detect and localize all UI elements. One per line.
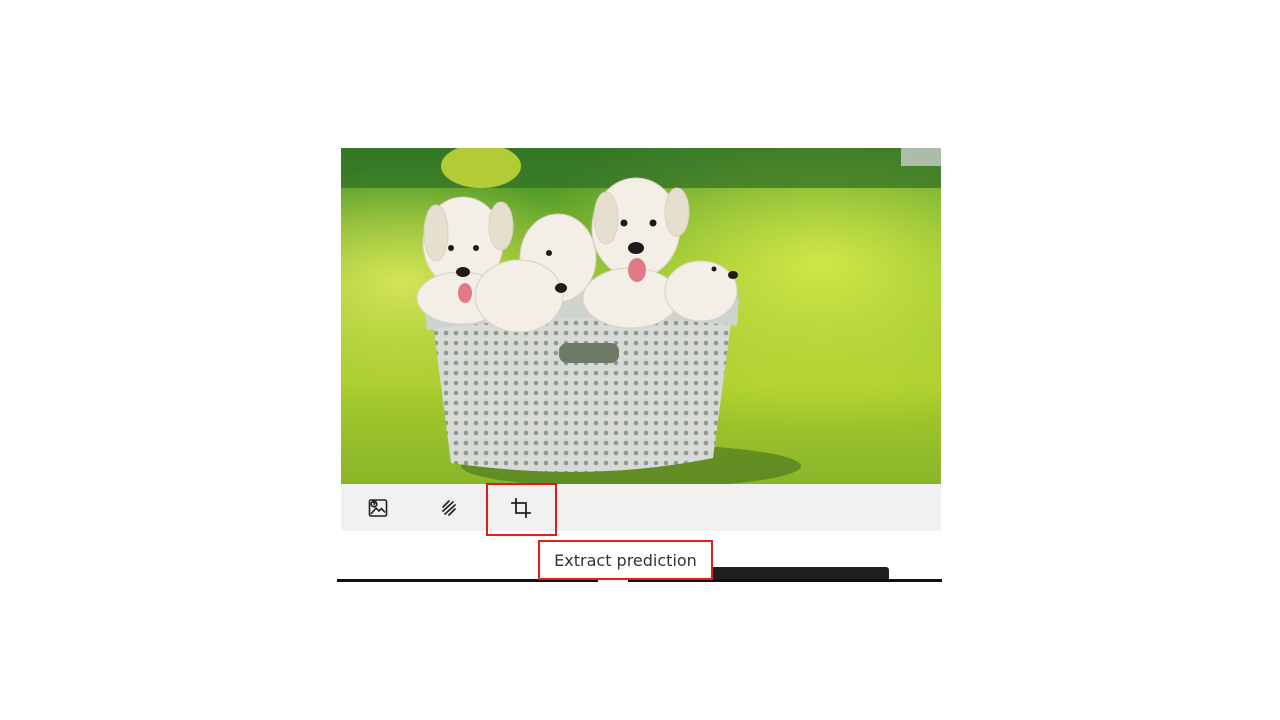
image-prediction-button[interactable]	[343, 484, 413, 531]
image-toolbar	[341, 484, 941, 531]
tooltip-text: Extract prediction	[554, 550, 697, 570]
puppies-image	[341, 148, 941, 484]
extract-prediction-button[interactable]	[486, 484, 556, 531]
brush-strokes-icon	[437, 496, 461, 520]
image-icon	[366, 496, 390, 520]
segment-button[interactable]	[414, 484, 484, 531]
divider-line	[337, 579, 942, 582]
crop-icon	[509, 496, 533, 520]
tooltip: Extract prediction	[540, 542, 711, 578]
page: Extract prediction	[0, 0, 1280, 720]
